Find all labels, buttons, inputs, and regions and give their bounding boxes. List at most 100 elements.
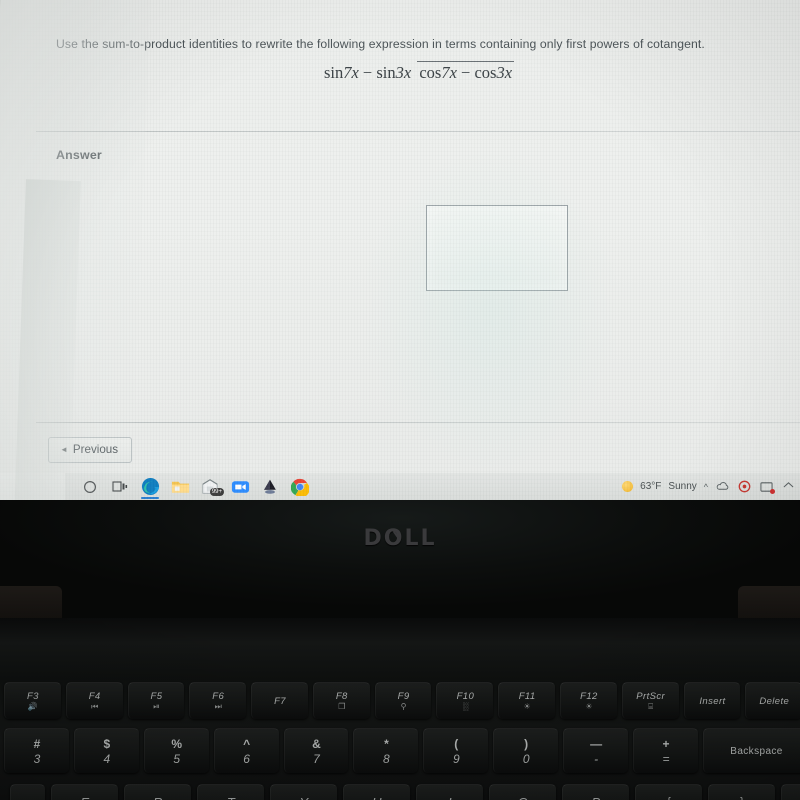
numerator-fn2: sin — [376, 63, 396, 82]
key-label: F7 — [274, 695, 286, 707]
key-shift-label: # — [33, 736, 41, 751]
search-icon: ⚲ — [400, 702, 407, 711]
key-p[interactable]: P — [562, 784, 629, 800]
project-display-icon: ❐ — [338, 702, 346, 711]
key-primary-label: = — [662, 751, 670, 766]
chevron-up-icon[interactable]: ^ — [704, 482, 708, 492]
brightness-up-icon: ☀ — [585, 702, 593, 711]
key-insert[interactable]: Insert — [683, 682, 741, 719]
zoom-icon[interactable] — [227, 474, 253, 499]
key-primary-label: 7 — [313, 751, 320, 766]
key--[interactable]: — - — [563, 728, 629, 773]
key-4[interactable]: $4 — [73, 728, 139, 773]
laptop-photo: Use the sum-to-product identities to rew… — [0, 0, 800, 800]
section-divider-bottom — [36, 422, 800, 423]
key-bracket-0[interactable]: { — [635, 784, 702, 800]
previous-button-label: Previous — [72, 443, 119, 456]
key-shift-label: ( — [454, 736, 459, 751]
key-primary-label: 8 — [383, 751, 390, 766]
key-u[interactable]: U — [343, 784, 410, 800]
system-tray: 63°F Sunny ^ — [622, 479, 800, 494]
key-f3[interactable]: F3 🔊 — [4, 682, 61, 719]
key-bracket-2[interactable]: | — [781, 784, 800, 800]
dell-logo-o: O — [383, 526, 405, 551]
store-badge-count: 99+ — [209, 488, 224, 496]
key-delete[interactable]: Delete — [745, 682, 800, 719]
key-f8[interactable]: F8 ❐ — [312, 682, 370, 719]
dell-logo-d: D — [363, 526, 384, 551]
key-primary-label: - — [594, 751, 599, 766]
taskbar-left-pad — [0, 473, 65, 500]
left-arrow-icon: ◄ — [60, 444, 68, 454]
key-label: I — [448, 795, 452, 800]
key-i[interactable]: I — [416, 784, 483, 800]
answer-input[interactable] — [426, 205, 568, 291]
key-shift-label: { — [667, 796, 671, 800]
task-view-icon[interactable] — [107, 474, 133, 499]
key-3[interactable]: #3 — [4, 728, 69, 773]
key-label: O — [518, 795, 529, 800]
key-shift-label: } — [740, 796, 744, 800]
key-o[interactable]: O — [489, 784, 556, 800]
key-backspace[interactable]: Backspace — [702, 728, 800, 773]
key-shift-label: & — [312, 736, 321, 751]
key-t[interactable]: T — [197, 784, 264, 800]
laptop-screen: Use the sum-to-product identities to rew… — [0, 0, 800, 500]
previous-button[interactable]: ◄ Previous — [48, 437, 133, 463]
key-f12[interactable]: F12 ☀ — [560, 682, 617, 719]
key-primary-label: 5 — [173, 751, 181, 766]
file-explorer-icon[interactable] — [167, 474, 193, 499]
key-7[interactable]: & 7 — [283, 728, 349, 773]
key-9[interactable]: (9 — [423, 728, 489, 773]
store-icon[interactable]: 99+ — [197, 474, 224, 499]
key-f9[interactable]: F9 ⚲ — [374, 682, 432, 719]
volume-icon: 🔊 — [27, 702, 38, 711]
weather-condition: Sunny — [668, 481, 697, 492]
key-r[interactable]: R — [124, 784, 191, 800]
dell-logo: DOLL — [0, 526, 800, 551]
key-label: Y — [299, 795, 308, 800]
key-=[interactable]: + = — [633, 728, 698, 773]
chrome-icon[interactable] — [287, 474, 313, 499]
key-label: PrtScr — [636, 691, 666, 702]
key-5[interactable]: % 5 — [143, 728, 209, 773]
key-e[interactable]: E — [51, 784, 118, 800]
key-y[interactable]: Y — [270, 784, 337, 800]
antivirus-icon[interactable] — [737, 479, 752, 494]
key-f10[interactable]: F10 ░ — [436, 682, 494, 719]
keyboard-backlight-icon: ░ — [462, 702, 469, 711]
fraction: sin7x − sin3x cos7x − cos3x — [322, 61, 515, 83]
key-6[interactable]: ^ 6 — [213, 728, 279, 773]
laptop-hinge — [0, 618, 800, 680]
network-icon[interactable] — [781, 479, 796, 494]
onedrive-icon[interactable] — [715, 479, 730, 494]
print-screen-icon: ⌸ — [648, 702, 654, 711]
key-primary-label: 6 — [243, 751, 250, 766]
key-w-partial[interactable] — [10, 784, 45, 800]
key-label: F6 — [212, 691, 225, 702]
inkscape-icon[interactable] — [257, 474, 283, 499]
key-prtscr[interactable]: PrtScr ⌸ — [621, 682, 679, 719]
key-f6[interactable]: F6 ⏭ — [189, 682, 247, 719]
brightness-down-icon: ☀ — [523, 702, 531, 711]
key-label: F11 — [518, 691, 536, 702]
search-icon[interactable] — [77, 474, 103, 499]
key-f11[interactable]: F11 ☀ — [498, 682, 556, 719]
key-primary-label: 4 — [103, 751, 111, 766]
edge-icon[interactable] — [137, 474, 163, 499]
denominator-operator: − — [461, 63, 471, 82]
key-0[interactable]: ) 0 — [493, 728, 559, 773]
key-bracket-1[interactable]: } — [708, 784, 775, 800]
key-8[interactable]: * 8 — [353, 728, 419, 773]
key-f7[interactable]: F7 — [251, 682, 308, 719]
display-icon[interactable] — [759, 479, 775, 494]
key-label: R — [153, 795, 163, 800]
notification-dot — [770, 489, 775, 494]
key-f5[interactable]: F5 ⏯ — [127, 682, 185, 719]
numerator-var1: 7x — [343, 63, 359, 82]
letter-key-row: E R T Y U I O P {} | — [0, 784, 800, 800]
laptop-keyboard: F3 🔊 F4 ⏮ F5 ⏯ F6 ⏭ F7 F8 ❐ F9 ⚲ F10 ░ F11 ☀ F12 ☀ PrtScr ⌸ I… — [0, 680, 800, 800]
question-pane: Use the sum-to-product identities to rew… — [36, 0, 800, 131]
key-f4[interactable]: F4 ⏮ — [65, 682, 123, 719]
number-key-row: #3$4%5^6&7*8(9)0—-+=BackspaceNum Lock — [0, 728, 800, 773]
